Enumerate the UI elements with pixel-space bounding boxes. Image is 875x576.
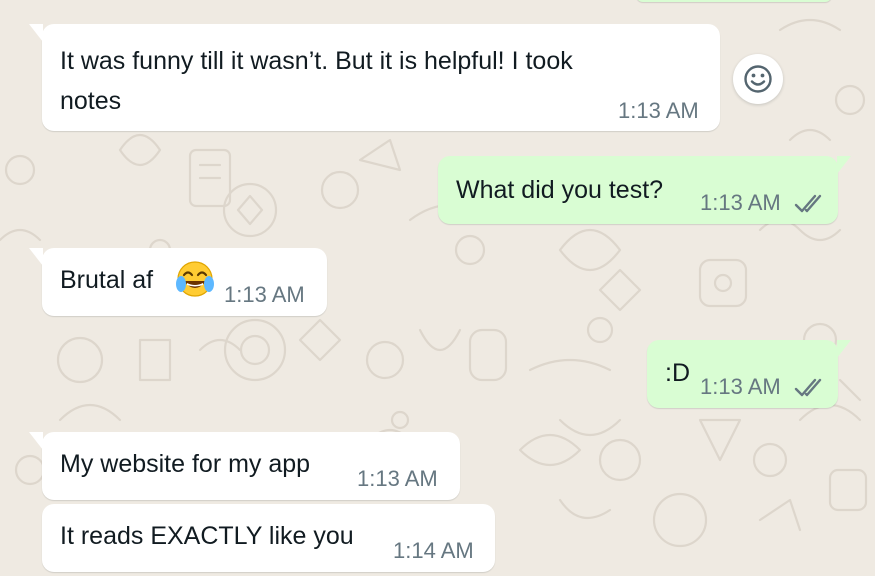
message-text: It reads EXACTLY like you	[60, 522, 354, 550]
message-incoming[interactable]: Brutal af 1:13 AM	[29, 248, 327, 316]
message-text: It was funny till it wasn’t. But it is h…	[60, 47, 573, 75]
double-check-icon	[794, 378, 822, 397]
message-incoming[interactable]: It reads EXACTLY like you 1:14 AM	[42, 504, 495, 572]
double-check-icon	[794, 194, 822, 213]
previous-message-edge	[636, 0, 832, 2]
message-incoming[interactable]: It was funny till it wasn’t. But it is h…	[29, 24, 720, 131]
message-timestamp: 1:13 AM	[700, 374, 781, 399]
react-button[interactable]	[733, 54, 783, 104]
bubble-tail	[29, 24, 43, 42]
face-with-tears-of-joy-icon	[176, 261, 214, 297]
bubble-tail	[29, 432, 43, 450]
bubble-tail	[837, 340, 851, 358]
message-incoming[interactable]: My website for my app 1:13 AM	[29, 432, 460, 500]
message-timestamp: 1:13 AM	[618, 98, 699, 123]
message-timestamp: 1:13 AM	[700, 190, 781, 215]
message-text: :D	[665, 359, 690, 387]
message-outgoing[interactable]: :D 1:13 AM	[647, 340, 851, 408]
message-outgoing[interactable]: What did you test? 1:13 AM	[438, 156, 851, 224]
bubble-tail	[837, 156, 851, 174]
bubble-tail	[29, 248, 43, 266]
message-text: notes	[60, 87, 122, 115]
message-timestamp: 1:13 AM	[357, 466, 438, 491]
message-text: Brutal af	[60, 266, 154, 294]
message-timestamp: 1:13 AM	[224, 282, 305, 307]
message-text: My website for my app	[60, 450, 311, 478]
message-text: What did you test?	[456, 176, 664, 204]
smiley-icon	[744, 65, 772, 93]
message-timestamp: 1:14 AM	[393, 538, 474, 563]
